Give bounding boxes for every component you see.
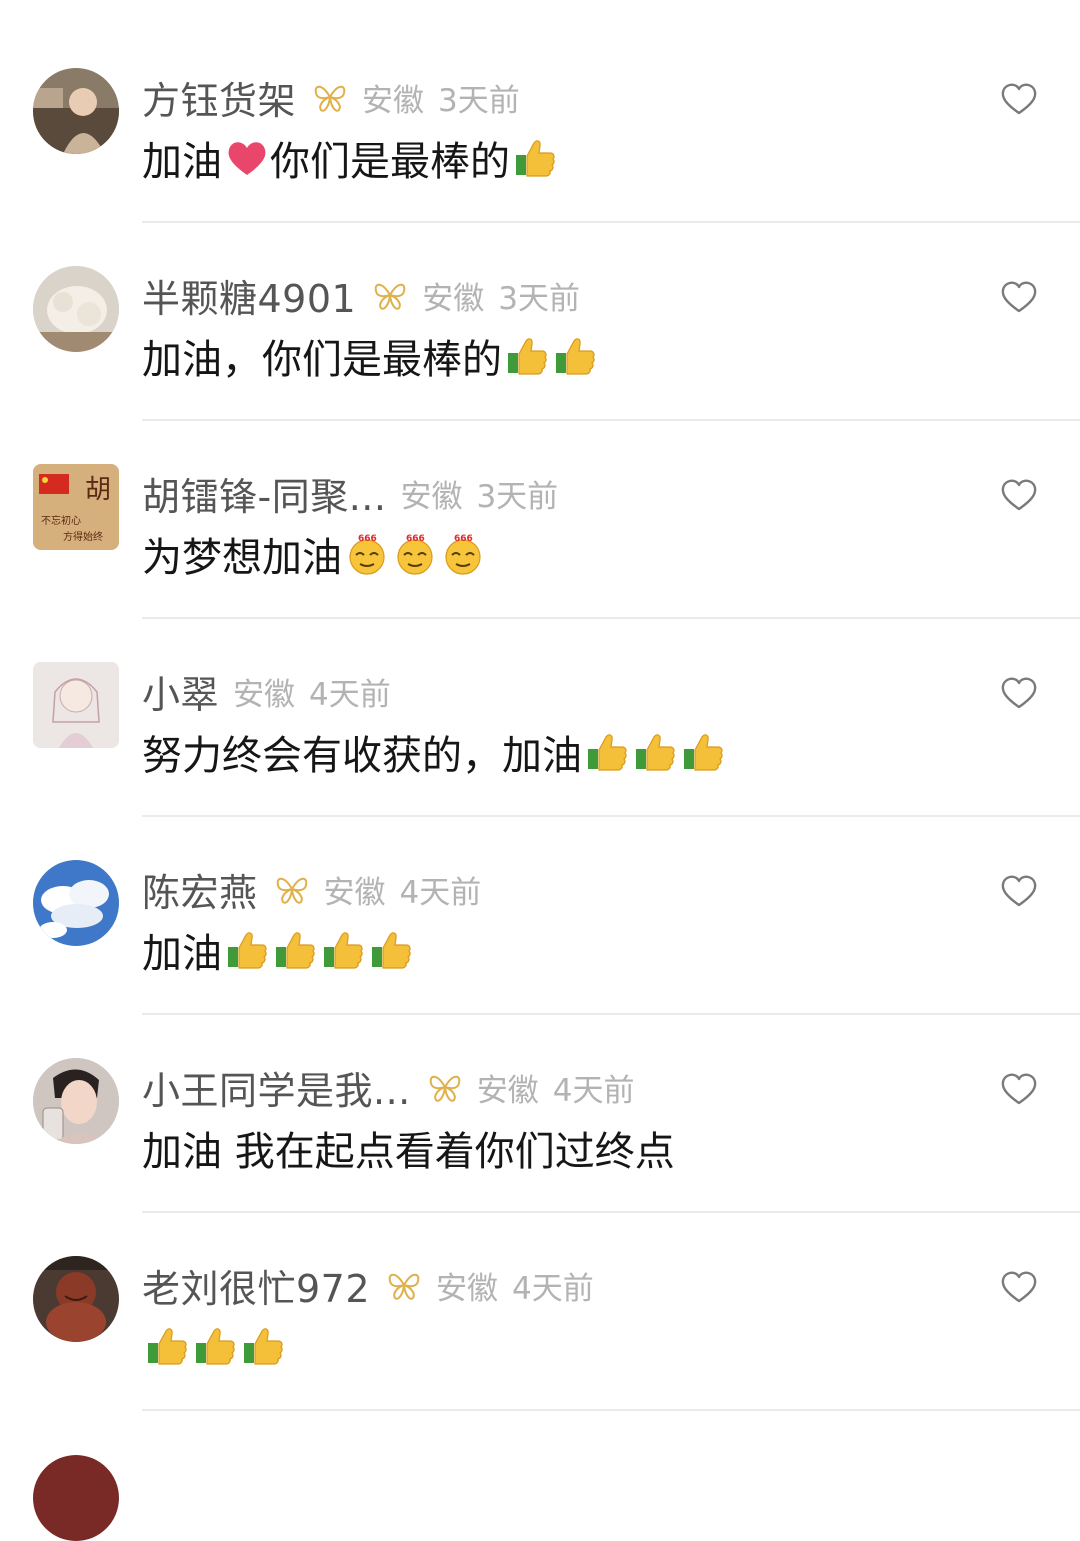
svg-text:666: 666 (454, 534, 473, 544)
divider (142, 1409, 1080, 1411)
butterfly-badge-icon (274, 871, 310, 907)
location: 安徽 (233, 676, 296, 713)
comment-item: 方钰货架 安徽 3天前 加油 你们是最棒的 (0, 0, 1080, 223)
comment-item: 小王同学是我... 安徽 4天前 加油 我在起点看着你们过终点 (0, 990, 1080, 1213)
thumbs-up-emoji-icon (144, 1323, 190, 1369)
avatar[interactable] (33, 1256, 119, 1342)
username[interactable]: 老刘很忙972 (142, 1258, 370, 1313)
thumbs-up-emoji-icon (680, 729, 726, 775)
avatar[interactable] (33, 860, 119, 946)
heart-emoji-icon (224, 135, 270, 181)
location: 安徽 (323, 874, 386, 911)
avatar[interactable] (33, 68, 119, 154)
comment-header: 半颗糖4901 安徽 3天前 (142, 268, 580, 322)
comment-item: 半颗糖4901 安徽 3天前 加油，你们是最棒的 (0, 198, 1080, 421)
timestamp: 3天前 (498, 280, 580, 317)
svg-text:666: 666 (406, 534, 425, 544)
thumbs-up-emoji-icon (368, 927, 414, 973)
timestamp: 3天前 (438, 82, 520, 119)
thumbs-up-emoji-icon (552, 333, 598, 379)
comment-text-part: 加油 我在起点看着你们过终点 (142, 1129, 675, 1175)
comment-header: 小王同学是我... 安徽 4天前 (142, 1060, 634, 1114)
location: 安徽 (400, 478, 463, 515)
comment-header: 老刘很忙972 安徽 4天前 (142, 1258, 594, 1312)
comment-text: 加油 你们是最棒的 (142, 130, 558, 186)
thumbs-up-emoji-icon (240, 1323, 286, 1369)
timestamp: 4天前 (309, 676, 391, 713)
butterfly-badge-icon (427, 1069, 463, 1105)
avatar[interactable] (33, 266, 119, 352)
comment-header: 方钰货架 安徽 3天前 (142, 70, 520, 124)
username[interactable]: 小王同学是我... (142, 1060, 411, 1115)
butterfly-badge-icon (386, 1267, 422, 1303)
location: 安徽 (422, 280, 485, 317)
comment-text (142, 1318, 286, 1374)
heart-outline-icon[interactable] (1000, 874, 1038, 908)
thumbs-up-emoji-icon (632, 729, 678, 775)
thumbs-up-emoji-icon (512, 135, 558, 181)
thumbs-up-emoji-icon (504, 333, 550, 379)
username[interactable]: 胡镭锋-同聚... (142, 466, 386, 521)
comment-text-part: 加油 (142, 139, 222, 185)
avatar[interactable] (33, 1058, 119, 1144)
comment-text-part: 你们是最棒的 (270, 139, 510, 185)
comment-item: 小翠 安徽 4天前 努力终会有收获的，加油 (0, 594, 1080, 817)
timestamp: 4天前 (512, 1270, 594, 1307)
heart-outline-icon[interactable] (1000, 280, 1038, 314)
666-face-emoji-icon: 666 (344, 531, 390, 577)
comment-text-part: 加油 (142, 931, 222, 977)
username[interactable]: 方钰货架 (142, 70, 296, 125)
666-face-emoji-icon: 666 (392, 531, 438, 577)
location: 安徽 (362, 82, 425, 119)
heart-outline-icon[interactable] (1000, 478, 1038, 512)
comment-text-part: 努力终会有收获的，加油 (142, 733, 582, 779)
heart-outline-icon[interactable] (1000, 676, 1038, 710)
timestamp: 3天前 (476, 478, 559, 515)
username[interactable]: 陈宏燕 (142, 862, 258, 917)
butterfly-badge-icon (372, 277, 408, 313)
avatar[interactable] (33, 662, 119, 748)
thumbs-up-emoji-icon (224, 927, 270, 973)
location: 安徽 (476, 1072, 539, 1109)
timestamp: 4天前 (399, 874, 482, 911)
666-face-emoji-icon: 666 (440, 531, 486, 577)
comment-item: 老刘很忙972 安徽 4天前 (0, 1188, 1080, 1411)
comment-item: 胡不忘初心方得始终 胡镭锋-同聚... 安徽 3天前 为梦想加油 666 666… (0, 396, 1080, 619)
avatar[interactable] (33, 1455, 119, 1541)
svg-text:不忘初心: 不忘初心 (41, 514, 81, 527)
comment-text-part: 为梦想加油 (142, 535, 342, 581)
svg-text:方得始终: 方得始终 (63, 530, 103, 543)
svg-text:666: 666 (358, 534, 377, 544)
thumbs-up-emoji-icon (584, 729, 630, 775)
comment-header: 小翠 安徽 4天前 (142, 664, 391, 718)
heart-outline-icon[interactable] (1000, 1072, 1038, 1106)
timestamp: 4天前 (552, 1072, 635, 1109)
comment-list: 方钰货架 安徽 3天前 加油 你们是最棒的 半颗糖4901 安徽 3天前 加油，… (0, 0, 1080, 1411)
svg-text:胡: 胡 (85, 475, 111, 505)
heart-outline-icon[interactable] (1000, 82, 1038, 116)
username[interactable]: 小翠 (142, 664, 219, 719)
heart-outline-icon[interactable] (1000, 1270, 1038, 1304)
thumbs-up-emoji-icon (320, 927, 366, 973)
location: 安徽 (436, 1270, 499, 1307)
comment-text: 努力终会有收获的，加油 (142, 724, 726, 780)
thumbs-up-emoji-icon (192, 1323, 238, 1369)
avatar[interactable]: 胡不忘初心方得始终 (33, 464, 119, 550)
butterfly-badge-icon (312, 79, 348, 115)
comment-text-part: 加油，你们是最棒的 (142, 337, 502, 383)
comment-item: 陈宏燕 安徽 4天前 加油 (0, 792, 1080, 1015)
username[interactable]: 半颗糖4901 (142, 268, 356, 323)
thumbs-up-emoji-icon (272, 927, 318, 973)
comment-text: 为梦想加油 666 666 666 (142, 526, 486, 582)
comment-header: 胡镭锋-同聚... 安徽 3天前 (142, 466, 558, 520)
comment-text: 加油 (142, 922, 414, 978)
comment-text: 加油，你们是最棒的 (142, 328, 598, 384)
comment-header: 陈宏燕 安徽 4天前 (142, 862, 481, 916)
comment-text: 加油 我在起点看着你们过终点 (142, 1120, 675, 1176)
